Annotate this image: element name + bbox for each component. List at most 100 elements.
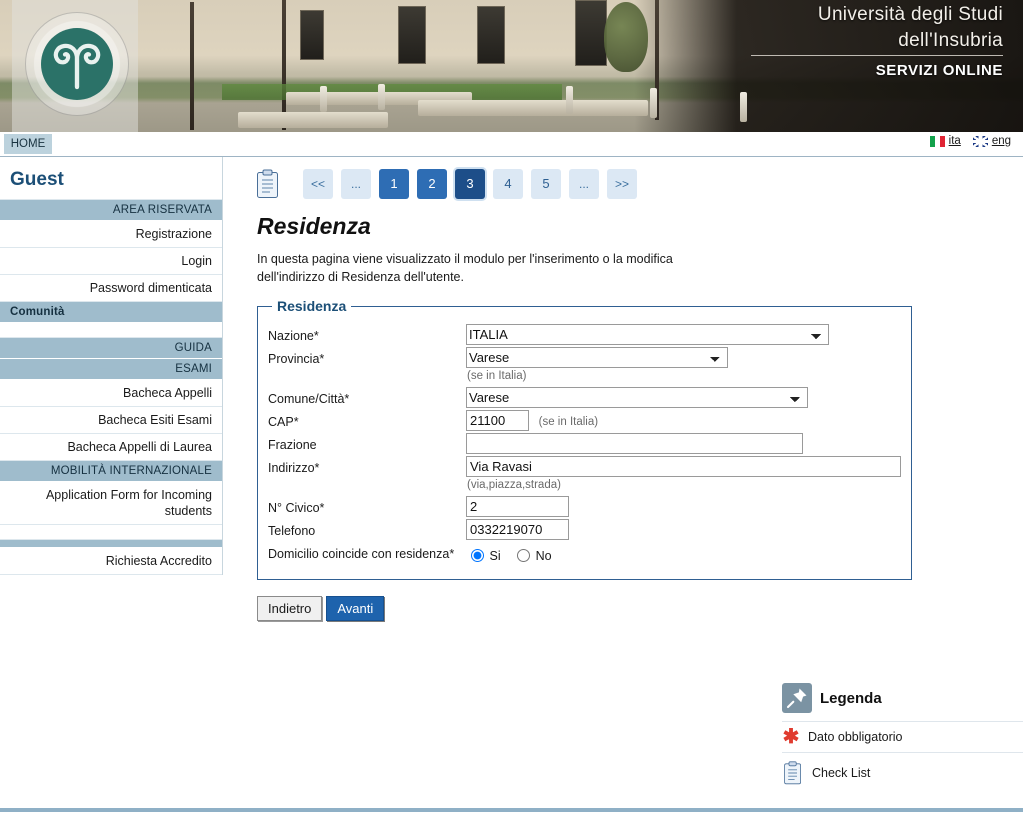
legend-label-checklist: Check List bbox=[812, 766, 871, 780]
sidebar-header-guida: GUIDA bbox=[0, 338, 222, 359]
field-row-domicilio: Domicilio coincide con residenza* Si No bbox=[268, 542, 901, 563]
field-row-telefono: Telefono bbox=[268, 519, 901, 540]
nav-home-tab[interactable]: HOME bbox=[4, 134, 52, 154]
field-row-provincia: Provincia* Varese (se in Italia) bbox=[268, 347, 901, 385]
step-ellipsis-right: ... bbox=[569, 169, 599, 199]
label-provincia: Provincia* bbox=[268, 352, 325, 366]
step-indicator: << ... 1 2 3 4 5 ... >> bbox=[255, 157, 955, 199]
checklist-icon bbox=[784, 761, 801, 785]
sidebar-spacer bbox=[0, 525, 222, 540]
sidebar-item-registrazione[interactable]: Registrazione bbox=[0, 221, 222, 248]
legend-label-required: Dato obbligatorio bbox=[808, 730, 903, 744]
banner-divider bbox=[751, 55, 1003, 56]
lang-link-eng[interactable]: eng bbox=[992, 135, 1011, 147]
lang-link-ita[interactable]: ita bbox=[949, 135, 961, 147]
hint-cap: (se in Italia) bbox=[538, 416, 599, 428]
banner-pole bbox=[190, 2, 194, 130]
university-seal bbox=[25, 12, 129, 116]
banner-bollard bbox=[650, 88, 657, 118]
label-telefono: Telefono bbox=[268, 524, 316, 538]
domicilio-yes-option[interactable]: Si bbox=[466, 549, 504, 563]
next-button[interactable]: Avanti bbox=[326, 596, 385, 621]
legend-row-required: ✱ Dato obbligatorio bbox=[782, 722, 1023, 753]
main-content: << ... 1 2 3 4 5 ... >> Residenza In que… bbox=[255, 157, 955, 621]
frazione-input[interactable] bbox=[466, 433, 803, 454]
banner-title-line2: dell'Insubria bbox=[898, 30, 1003, 51]
label-indirizzo: Indirizzo* bbox=[268, 461, 320, 475]
banner-bollard bbox=[378, 84, 385, 110]
uk-flag-icon bbox=[972, 135, 988, 147]
step-prev-button[interactable]: << bbox=[303, 169, 333, 199]
step-ellipsis-left: ... bbox=[341, 169, 371, 199]
sidebar-header-esami: ESAMI bbox=[0, 359, 222, 380]
banner-window bbox=[477, 6, 505, 64]
sidebar: Guest AREA RISERVATA Registrazione Login… bbox=[0, 157, 223, 575]
step-2[interactable]: 2 bbox=[417, 169, 447, 199]
domicilio-no-option[interactable]: No bbox=[512, 549, 552, 563]
sidebar-item-bacheca-appelli-di-laurea[interactable]: Bacheca Appelli di Laurea bbox=[0, 434, 222, 461]
field-row-comune: Comune/Città* Varese bbox=[268, 387, 901, 408]
comune-select[interactable]: Varese bbox=[466, 387, 808, 408]
field-row-civico: N° Civico* bbox=[268, 496, 901, 517]
step-1[interactable]: 1 bbox=[379, 169, 409, 199]
language-switcher: ita eng bbox=[929, 135, 1011, 147]
sidebar-item-richiesta-accredito[interactable]: Richiesta Accredito bbox=[0, 548, 222, 575]
field-row-cap: CAP* (se in Italia) bbox=[268, 410, 901, 431]
form-actions: Indietro Avanti bbox=[257, 596, 955, 621]
nazione-select[interactable]: ITALIA bbox=[466, 324, 829, 345]
top-navbar: HOME ita eng bbox=[0, 132, 1023, 157]
sidebar-item-bacheca-appelli[interactable]: Bacheca Appelli bbox=[0, 380, 222, 407]
cap-input[interactable] bbox=[466, 410, 529, 431]
sidebar-spacer bbox=[0, 323, 222, 338]
sidebar-item-password-dimenticata[interactable]: Password dimenticata bbox=[0, 275, 222, 302]
domicilio-yes-label: Si bbox=[489, 549, 501, 563]
indirizzo-input[interactable] bbox=[466, 456, 901, 477]
site-banner: Università degli Studi dell'Insubria SER… bbox=[0, 0, 1023, 132]
banner-title-line1: Università degli Studi bbox=[817, 4, 1003, 25]
sidebar-header-area-riservata: AREA RISERVATA bbox=[0, 200, 222, 221]
sidebar-item-bacheca-esiti-esami[interactable]: Bacheca Esiti Esami bbox=[0, 407, 222, 434]
provincia-select[interactable]: Varese bbox=[466, 347, 728, 368]
banner-title: Università degli Studi dell'Insubria bbox=[583, 2, 1003, 54]
step-5[interactable]: 5 bbox=[531, 169, 561, 199]
hint-indirizzo: (via,piazza,strada) bbox=[467, 479, 561, 491]
sidebar-item-login[interactable]: Login bbox=[0, 248, 222, 275]
sidebar-header-mobilita-internazionale: MOBILITÀ INTERNAZIONALE bbox=[0, 461, 222, 482]
step-3-current[interactable]: 3 bbox=[455, 169, 485, 199]
pushpin-icon bbox=[782, 683, 812, 713]
field-row-frazione: Frazione bbox=[268, 433, 901, 454]
domicilio-yes-radio[interactable] bbox=[471, 549, 484, 562]
page-title: Residenza bbox=[257, 213, 371, 239]
sidebar-header-comunita[interactable]: Comunità bbox=[0, 302, 222, 323]
label-comune: Comune/Città* bbox=[268, 392, 350, 406]
fieldset-legend: Residenza bbox=[277, 298, 347, 314]
legend-row-checklist: Check List bbox=[782, 753, 1023, 793]
step-next-button[interactable]: >> bbox=[607, 169, 637, 199]
sidebar-item-application-form-incoming-students[interactable]: Application Form for Incoming students bbox=[0, 482, 222, 525]
legend-panel: Legenda ✱ Dato obbligatorio Check List bbox=[782, 683, 1023, 793]
domicilio-radio-group: Si No bbox=[466, 542, 901, 563]
domicilio-no-label: No bbox=[535, 549, 552, 563]
civico-input[interactable] bbox=[466, 496, 569, 517]
banner-bench bbox=[238, 112, 388, 128]
sidebar-header-bar bbox=[0, 540, 222, 548]
telefono-input[interactable] bbox=[466, 519, 569, 540]
step-4[interactable]: 4 bbox=[493, 169, 523, 199]
sidebar-user-label: Guest bbox=[0, 157, 222, 200]
banner-pole bbox=[282, 0, 286, 130]
page-description: In questa pagina viene visualizzato il m… bbox=[257, 252, 673, 284]
domicilio-no-radio[interactable] bbox=[517, 549, 531, 562]
banner-bench bbox=[418, 100, 648, 116]
legend-title: Legenda bbox=[820, 689, 882, 707]
field-row-indirizzo: Indirizzo* (via,piazza,strada) bbox=[268, 456, 901, 494]
checklist-icon bbox=[257, 169, 278, 198]
banner-subtitle: SERVIZI ONLINE bbox=[875, 62, 1003, 79]
label-cap: CAP* bbox=[268, 415, 299, 429]
page-body: Guest AREA RISERVATA Registrazione Login… bbox=[0, 157, 1023, 812]
banner-bollard bbox=[566, 86, 573, 114]
seal-spiral-glyph bbox=[53, 44, 101, 90]
asterisk-icon: ✱ bbox=[782, 726, 800, 748]
back-button[interactable]: Indietro bbox=[257, 596, 323, 621]
label-nazione: Nazione* bbox=[268, 329, 319, 343]
label-civico: N° Civico* bbox=[268, 501, 325, 515]
